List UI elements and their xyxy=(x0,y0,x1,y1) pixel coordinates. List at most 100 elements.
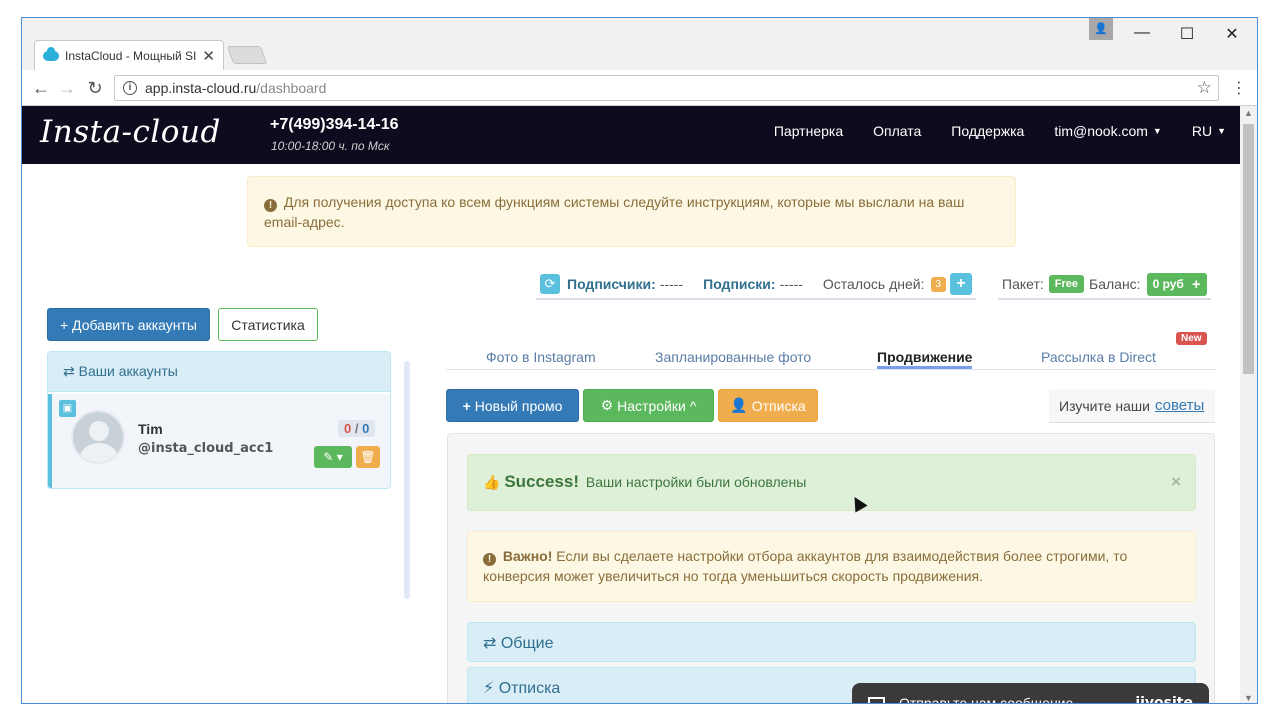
ratio-sep: / xyxy=(354,421,359,436)
tab-instagram-photos[interactable]: Фото в Instagram xyxy=(486,349,596,365)
address-bar: ← → ↻ i app.insta-cloud.ru/dashboard ☆ ⋮ xyxy=(22,70,1257,106)
panel-general[interactable]: ⇄ Общие xyxy=(467,622,1196,662)
browser-window: InstaCloud - Мощный SI ✕ 👤 — ☐ ✕ ← → ↻ i… xyxy=(21,17,1258,704)
avatar xyxy=(71,410,125,464)
logo[interactable]: Insta-cloud xyxy=(40,114,221,150)
star-icon[interactable]: ☆ xyxy=(1197,78,1212,98)
scroll-down-icon[interactable]: ▼ xyxy=(1244,693,1253,703)
days-left-label: Осталось дней: xyxy=(822,276,925,292)
followers-value: ----- xyxy=(659,276,684,292)
swap-icon: ⇄ xyxy=(63,363,75,379)
balance-button[interactable]: 0 руб + xyxy=(1146,272,1207,296)
panel-unfollow-label: Отписка xyxy=(498,680,561,697)
thumbs-up-icon: 👍 xyxy=(483,474,501,490)
settings-button[interactable]: ⚙ Настройки ^ xyxy=(583,389,714,422)
forward-icon[interactable]: → xyxy=(56,78,78,98)
tab-scheduled-photos[interactable]: Запланированные фото xyxy=(655,349,811,365)
panel-general-label: Общие xyxy=(500,635,554,652)
add-accounts-button[interactable]: + Добавить аккаунты xyxy=(47,308,210,341)
chat-brand: jivosite xyxy=(1135,695,1193,704)
unfollow-label: Отписка xyxy=(751,397,806,414)
reload-icon[interactable]: ↻ xyxy=(84,78,106,98)
promotion-card: 👍 Success! Ваши настройки были обновлены… xyxy=(447,433,1215,703)
tips-box: Изучите наши советы xyxy=(1049,389,1215,423)
exclamation-icon: ! xyxy=(483,553,496,566)
close-icon[interactable]: × xyxy=(1171,472,1181,492)
caret-down-icon: ▼ xyxy=(1152,126,1162,136)
chat-text: Отправьте нам сообщение xyxy=(899,695,1074,704)
scroll-up-icon[interactable]: ▲ xyxy=(1244,108,1253,118)
pencil-icon: ✎ xyxy=(323,450,334,464)
url-path: /dashboard xyxy=(256,80,327,96)
nav-lang: RU xyxy=(1191,123,1213,139)
new-promo-label: Новый промо xyxy=(474,397,563,414)
envelope-icon xyxy=(868,697,885,703)
scroll-thumb[interactable] xyxy=(1243,124,1254,374)
package-label: Пакет: xyxy=(1002,276,1044,292)
warning-title: Важно! xyxy=(502,548,553,564)
balance-label: Баланс: xyxy=(1089,276,1141,292)
url-input[interactable]: i app.insta-cloud.ru/dashboard ☆ xyxy=(114,75,1219,101)
back-icon[interactable]: ← xyxy=(30,78,52,98)
nav-payment[interactable]: Оплата xyxy=(873,123,921,139)
account-ratio: 0 / 0 xyxy=(338,420,376,437)
statistics-button[interactable]: Статистика xyxy=(218,308,318,341)
url-host: app.insta-cloud.ru xyxy=(145,80,257,96)
content-tabs: Фото в Instagram Запланированные фото Пр… xyxy=(446,332,1216,370)
close-window-icon[interactable]: ✕ xyxy=(1222,24,1242,44)
balance-value: 0 руб xyxy=(1152,277,1184,291)
image-icon[interactable]: ▣ xyxy=(59,400,76,417)
followers-label: Подписчики: xyxy=(567,276,656,292)
nav-lang-menu[interactable]: RU ▼ xyxy=(1192,123,1226,139)
caret-down-icon: ▼ xyxy=(1217,126,1226,136)
nav-user-menu[interactable]: tim@nook.com ▼ xyxy=(1054,123,1162,139)
access-notice: ! Для получения доступа ко всем функциям… xyxy=(247,176,1016,247)
tab-direct-mailing[interactable]: Рассылка в Direct xyxy=(1041,349,1156,365)
trash-icon: 🗑 xyxy=(360,450,376,464)
settings-label: Настройки xyxy=(617,397,686,414)
profile-icon[interactable]: 👤 xyxy=(1089,18,1113,40)
chevron-up-icon: ^ xyxy=(689,397,697,414)
new-promo-button[interactable]: + Новый промо xyxy=(446,389,579,422)
new-badge: New xyxy=(1176,332,1207,345)
title-bar: InstaCloud - Мощный SI ✕ 👤 — ☐ ✕ xyxy=(22,18,1257,70)
plus-icon: + xyxy=(1191,275,1201,293)
info-icon[interactable]: i xyxy=(123,81,137,95)
tips-link[interactable]: советы xyxy=(1155,397,1204,414)
page-viewport: Insta-cloud +7(499)394-14-16 10:00-18:00… xyxy=(22,106,1240,704)
chat-widget[interactable]: Отправьте нам сообщение jivosite xyxy=(852,683,1209,704)
following-label: Подписки: xyxy=(703,276,776,292)
browser-tab[interactable]: InstaCloud - Мощный SI ✕ xyxy=(34,40,224,70)
ratio-right: 0 xyxy=(362,421,370,436)
tab-close-icon[interactable]: ✕ xyxy=(202,47,215,65)
new-tab-button[interactable] xyxy=(226,46,268,64)
nav-support[interactable]: Поддержка xyxy=(951,123,1024,139)
access-notice-text: Для получения доступа ко всем функциям с… xyxy=(264,194,965,230)
accounts-panel-header: ⇄ Ваши аккаунты xyxy=(48,352,390,392)
tab-promotion[interactable]: Продвижение xyxy=(877,349,973,369)
nav-links: Партнерка Оплата Поддержка tim@nook.com ▼… xyxy=(774,123,1226,139)
delete-account-button[interactable]: 🗑 xyxy=(356,446,380,468)
minimize-icon[interactable]: — xyxy=(1132,24,1152,42)
edit-account-button[interactable]: ✎ ▾ xyxy=(314,446,352,468)
bolt-icon: ⚡ xyxy=(483,680,495,697)
gear-icon: ⚙ xyxy=(600,397,614,413)
account-handle: @insta_cloud_acc1 xyxy=(138,441,274,456)
success-title: Success! xyxy=(504,472,579,491)
days-left-badge: 3 xyxy=(930,276,947,292)
maximize-icon[interactable]: ☐ xyxy=(1177,24,1197,44)
warning-text: Если вы сделаете настройки отбора аккаун… xyxy=(483,548,1128,584)
caret-down-icon: ▾ xyxy=(336,450,343,464)
nav-partner[interactable]: Партнерка xyxy=(774,123,843,139)
following-value: ----- xyxy=(779,276,803,292)
success-text: Ваши настройки были обновлены xyxy=(585,474,807,490)
tab-title: InstaCloud - Мощный SI xyxy=(65,48,197,63)
sync-icon[interactable]: ⟳ xyxy=(540,274,560,294)
menu-kebab-icon[interactable]: ⋮ xyxy=(1231,78,1247,98)
unfollow-button[interactable]: 👤 Отписка xyxy=(718,389,818,422)
account-item[interactable]: ▣ Tim @insta_cloud_acc1 0 / 0 ✎ ▾ 🗑 xyxy=(48,394,390,488)
extend-plus-button[interactable]: + xyxy=(950,273,973,295)
tips-text: Изучите наши xyxy=(1059,397,1150,414)
top-navbar: Insta-cloud +7(499)394-14-16 10:00-18:00… xyxy=(22,106,1240,164)
page-scrollbar[interactable]: ▲ ▼ xyxy=(1240,106,1257,703)
